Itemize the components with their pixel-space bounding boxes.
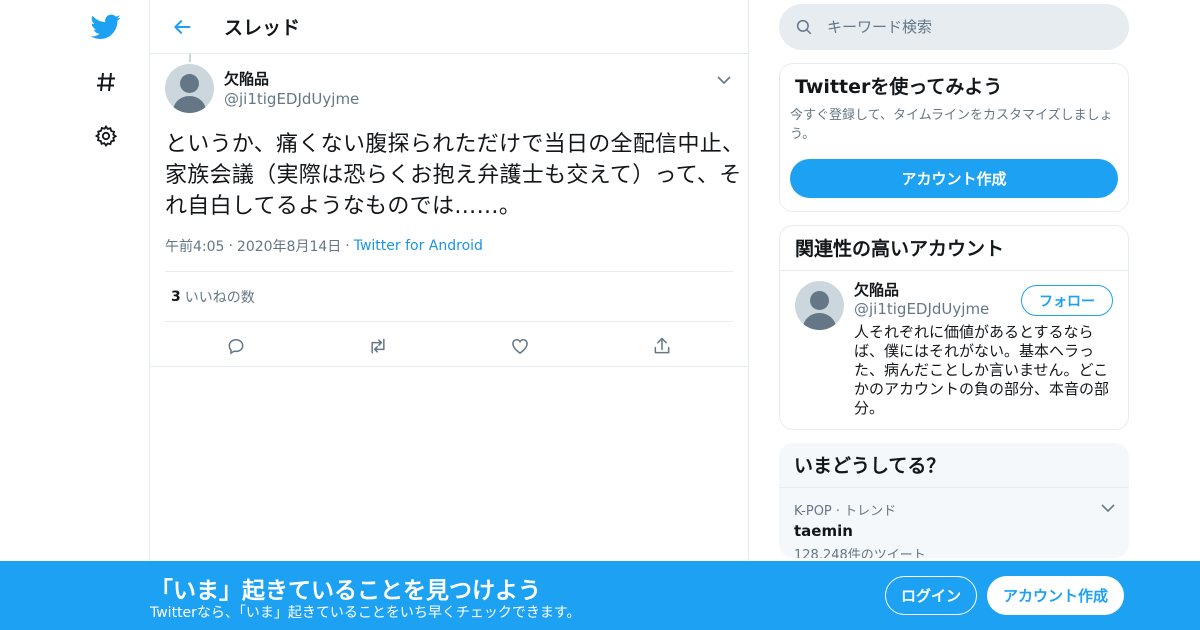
- related-account: 欠陥品 @ji1tigEDJdUyjme 人それぞれに価値があるとするならば、僕…: [780, 271, 1128, 429]
- left-nav: [0, 0, 150, 630]
- follow-button[interactable]: フォロー: [1021, 285, 1113, 316]
- signup-banner: 「いま」起きていることを見つけよう Twitterなら、「いま」起きていることを…: [0, 561, 1200, 630]
- chevron-down-icon[interactable]: [714, 70, 734, 90]
- signup-card: Twitterを使ってみよう 今すぐ登録して、タイムラインをカスタマイズしましょ…: [779, 63, 1129, 212]
- tweet-date[interactable]: 2020年8月14日: [237, 236, 341, 256]
- tweet-meta: 午前4:05 · 2020年8月14日 · Twitter for Androi…: [165, 236, 733, 256]
- tweet-author[interactable]: 欠陥品 @ji1tigEDJdUyjme: [165, 54, 733, 113]
- avatar[interactable]: [165, 64, 214, 113]
- tweet-time[interactable]: 午前4:05: [165, 236, 224, 256]
- author-display-name[interactable]: 欠陥品: [224, 69, 359, 89]
- create-account-button[interactable]: アカウント作成: [790, 159, 1118, 198]
- likes-stats[interactable]: 3 いいねの数: [165, 271, 733, 322]
- related-accounts-card: 関連性の高いアカウント 欠陥品 @ji1tigEDJdUyjme 人それぞれに価…: [779, 225, 1129, 430]
- related-account-bio: 人それぞれに価値があるとするならば、僕にはそれがない。基本ヘラった、病んだことし…: [854, 323, 1110, 417]
- signup-card-title: Twitterを使ってみよう: [795, 76, 1003, 98]
- heart-icon[interactable]: [449, 336, 591, 356]
- tweet-source[interactable]: Twitter for Android: [354, 238, 483, 254]
- trends-card: いまどうしてる？ K-POP · トレンド taemin 128,248件のツイ…: [779, 443, 1129, 558]
- gear-icon[interactable]: [88, 118, 124, 154]
- trend-meta: K-POP · トレンド: [794, 504, 897, 519]
- hashtag-icon[interactable]: [88, 64, 124, 100]
- share-icon[interactable]: [591, 336, 733, 356]
- tweet-detail: 欠陥品 @ji1tigEDJdUyjme というか、痛くない腹探られただけで当日…: [150, 54, 748, 367]
- reply-icon[interactable]: [165, 336, 307, 356]
- likes-count: 3: [171, 288, 181, 305]
- tweet-actions: [165, 322, 733, 370]
- login-button[interactable]: ログイン: [885, 576, 977, 615]
- retweet-icon[interactable]: [307, 336, 449, 356]
- banner-subtitle: Twitterなら、「いま」起きていることをいち早くチェックできます。: [150, 605, 581, 621]
- thread-line: [189, 54, 191, 62]
- related-card-title: 関連性の高いアカウント: [780, 226, 1128, 271]
- right-sidebar: Twitterを使ってみよう 今すぐ登録して、タイムラインをカスタマイズしましょ…: [779, 0, 1129, 558]
- likes-label: いいねの数: [184, 289, 255, 306]
- separator-dot: ·: [345, 238, 350, 254]
- trend-name: taemin: [794, 522, 853, 540]
- search-icon: [796, 19, 812, 35]
- banner-title: 「いま」起きていることを見つけよう: [150, 578, 541, 604]
- back-arrow-icon[interactable]: [167, 12, 197, 42]
- search-input[interactable]: [827, 18, 1097, 36]
- banner-create-account-button[interactable]: アカウント作成: [987, 576, 1124, 615]
- tweet-text: というか、痛くない腹探られただけで当日の全配信中止、家族会議（実際は恐らくお抱え…: [165, 132, 745, 219]
- page-title: スレッド: [224, 17, 301, 39]
- main-column: スレッド 欠陥品 @ji1tigEDJdUyjme というか、痛くない腹探られた…: [149, 0, 749, 630]
- trend-item[interactable]: K-POP · トレンド taemin 128,248件のツイート: [779, 488, 1129, 558]
- trend-count: 128,248件のツイート: [794, 548, 926, 558]
- chevron-down-icon[interactable]: [1101, 498, 1115, 517]
- trends-card-title: いまどうしてる？: [779, 443, 1129, 488]
- signup-card-desc: 今すぐ登録して、タイムラインをカスタマイズしましょう。: [790, 108, 1113, 142]
- avatar[interactable]: [795, 281, 844, 330]
- twitter-bird-icon[interactable]: [88, 9, 124, 45]
- page-header: スレッド: [150, 0, 748, 54]
- separator-dot: ·: [228, 238, 233, 254]
- search-box[interactable]: [779, 4, 1129, 50]
- author-screen-name[interactable]: @ji1tigEDJdUyjme: [224, 89, 359, 109]
